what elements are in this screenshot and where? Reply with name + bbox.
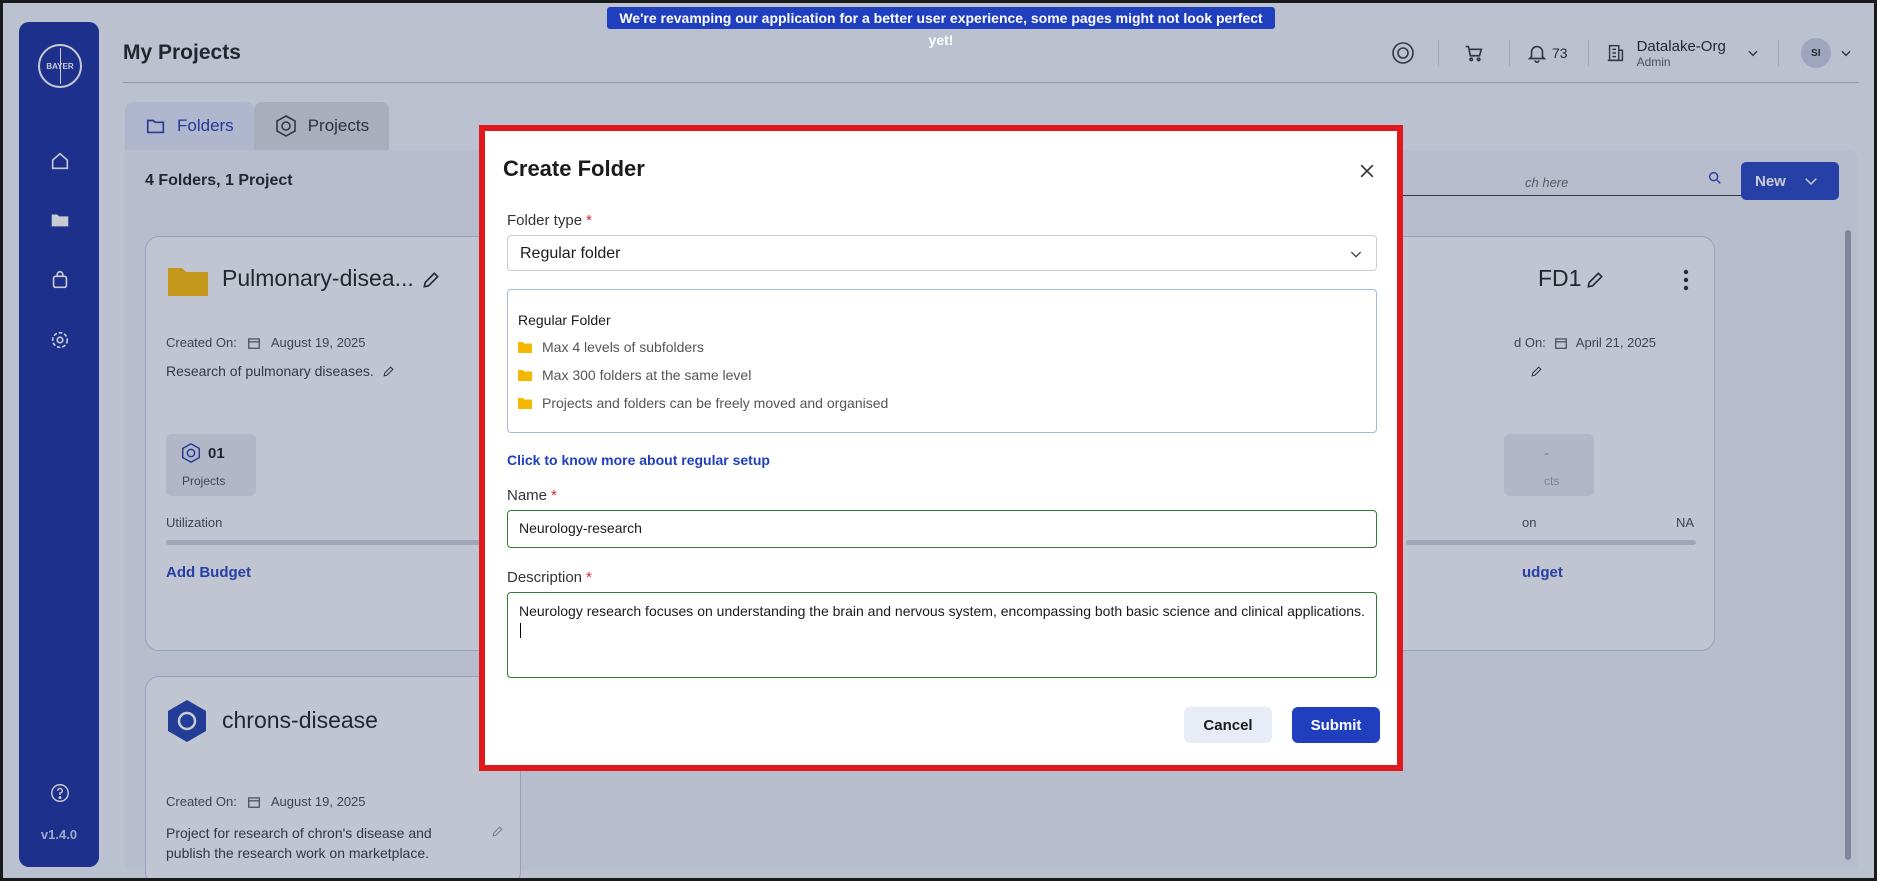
folder-icon — [518, 398, 532, 409]
info-item: Max 300 folders at the same level — [518, 367, 751, 383]
info-title: Regular Folder — [518, 312, 611, 328]
name-input[interactable]: Neurology-research — [507, 510, 1377, 548]
folder-type-label: Folder type * — [507, 212, 592, 229]
folder-type-info: Regular Folder Max 4 levels of subfolder… — [507, 289, 1377, 433]
folder-icon — [518, 342, 532, 353]
name-label: Name * — [507, 487, 557, 504]
dialog-title: Create Folder — [503, 156, 645, 181]
create-folder-dialog: Create Folder Folder type * Regular folde… — [479, 125, 1403, 771]
folder-type-value: Regular folder — [520, 245, 621, 262]
info-item: Max 4 levels of subfolders — [518, 339, 704, 355]
submit-button[interactable]: Submit — [1292, 707, 1380, 743]
announcement-banner: We're revamping our application for a be… — [607, 7, 1275, 48]
folder-icon — [518, 370, 532, 381]
description-label: Description * — [507, 569, 592, 586]
description-textarea[interactable]: Neurology research focuses on understand… — [507, 592, 1377, 678]
app-window: We're revamping our application for a be… — [3, 3, 1874, 878]
learn-more-link[interactable]: Click to know more about regular setup — [507, 452, 770, 468]
chevron-down-icon — [1350, 251, 1362, 258]
text-cursor — [520, 622, 521, 638]
folder-type-select[interactable]: Regular folder — [507, 235, 1377, 271]
close-icon[interactable] — [1357, 161, 1377, 181]
info-item: Projects and folders can be freely moved… — [518, 395, 888, 411]
cancel-button[interactable]: Cancel — [1184, 707, 1272, 743]
